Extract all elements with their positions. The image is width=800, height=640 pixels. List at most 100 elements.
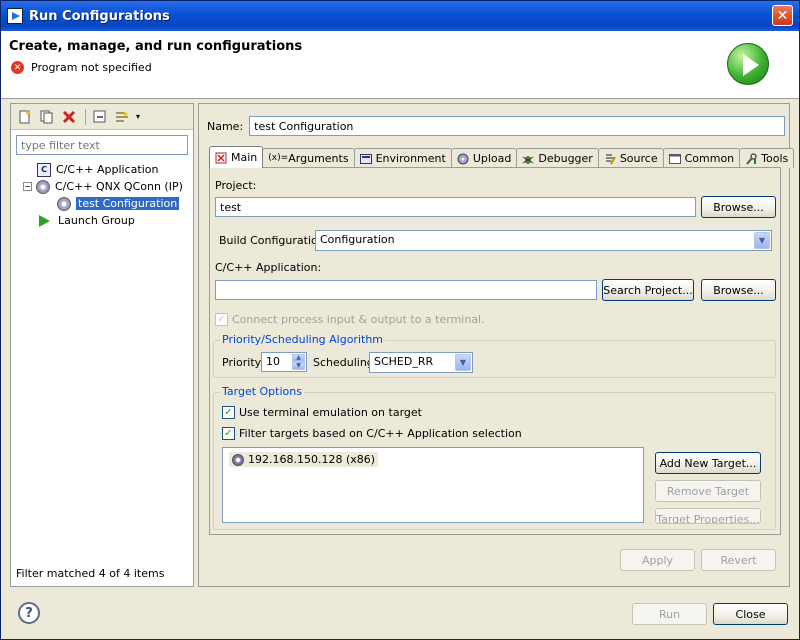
tab-main[interactable]: Main bbox=[209, 146, 264, 168]
tab-upload[interactable]: Upload bbox=[450, 148, 518, 168]
tab-common[interactable]: Common bbox=[662, 148, 741, 168]
project-browse-button[interactable]: Browse... bbox=[701, 196, 776, 218]
remove-target-button[interactable]: Remove Target bbox=[655, 480, 761, 502]
filter-input[interactable] bbox=[16, 135, 188, 155]
chevron-down-icon: ▼ bbox=[455, 354, 471, 371]
main-tab-icon bbox=[215, 152, 227, 164]
tab-environment[interactable]: Environment bbox=[353, 148, 452, 168]
tab-source[interactable]: Source bbox=[597, 148, 664, 168]
connect-terminal-row[interactable]: ✓ Connect process input & output to a te… bbox=[215, 313, 485, 326]
collapse-toggle[interactable]: − bbox=[23, 182, 32, 191]
tab-label: Upload bbox=[472, 152, 512, 165]
tab-label: Environment bbox=[375, 152, 446, 165]
tab-label: Main bbox=[231, 151, 258, 164]
filter-config-icon[interactable] bbox=[112, 107, 132, 127]
play-icon bbox=[39, 214, 50, 227]
tab-label: Common bbox=[684, 152, 735, 165]
chevron-down-icon: ▼ bbox=[754, 232, 770, 249]
arguments-icon: (x)= bbox=[268, 152, 289, 163]
header-message: ✕ Program not specified bbox=[11, 61, 152, 74]
collapse-all-icon[interactable] bbox=[90, 107, 110, 127]
priority-group-title: Priority/Scheduling Algorithm bbox=[220, 333, 386, 346]
priority-group: Priority/Scheduling Algorithm Priority 1… bbox=[213, 333, 776, 378]
tree-item-test-configuration[interactable]: test Configuration bbox=[11, 195, 193, 212]
filter-menu-chevron-down-icon[interactable]: ▾ bbox=[134, 107, 142, 127]
build-config-value: Configuration bbox=[320, 233, 395, 246]
tree-item-label: test Configuration bbox=[76, 197, 180, 210]
target-disk-icon bbox=[232, 453, 244, 466]
connect-terminal-label: Connect process input & output to a term… bbox=[232, 313, 485, 326]
target-options-group: Target Options ✓ Use terminal emulation … bbox=[213, 385, 776, 530]
connect-terminal-checkbox[interactable]: ✓ bbox=[215, 313, 228, 326]
tree-item-c-app[interactable]: C C/C++ Application bbox=[11, 161, 193, 178]
tab-arguments[interactable]: (x)= Arguments bbox=[262, 148, 355, 168]
project-label: Project: bbox=[215, 179, 257, 192]
project-input[interactable] bbox=[215, 197, 696, 217]
upload-icon bbox=[457, 153, 469, 165]
priority-spinner[interactable]: 10 ▲ ▼ bbox=[261, 352, 307, 372]
disk-icon bbox=[57, 196, 71, 211]
run-button[interactable]: Run bbox=[632, 603, 707, 625]
app-label: C/C++ Application: bbox=[215, 261, 322, 274]
title-bar[interactable]: Run Configurations ✕ bbox=[1, 1, 799, 31]
configurations-toolbar: ▾ bbox=[11, 104, 193, 130]
tools-icon bbox=[745, 152, 757, 165]
app-browse-button[interactable]: Browse... bbox=[701, 279, 776, 301]
apply-button[interactable]: Apply bbox=[620, 549, 695, 571]
use-terminal-row[interactable]: ✓ Use terminal emulation on target bbox=[222, 406, 422, 419]
scheduling-value: SCHED_RR bbox=[374, 355, 434, 368]
configurations-pane: ▾ C C/C++ Application − C/C++ QNX QConn … bbox=[10, 103, 194, 587]
dialog-header: Create, manage, and run configurations ✕… bbox=[1, 31, 799, 99]
scheduling-select[interactable]: SCHED_RR ▼ bbox=[369, 352, 473, 373]
use-terminal-label: Use terminal emulation on target bbox=[239, 406, 422, 419]
error-message: Program not specified bbox=[31, 61, 152, 74]
tab-tools[interactable]: Tools bbox=[739, 148, 795, 168]
run-banner-icon bbox=[727, 43, 769, 85]
duplicate-config-icon[interactable] bbox=[37, 107, 57, 127]
main-tab-body: Project: Browse... Build Configuration C… bbox=[209, 167, 781, 535]
close-button[interactable]: Close bbox=[713, 603, 788, 625]
tab-label: Debugger bbox=[538, 152, 593, 165]
tree-item-launch-group[interactable]: Launch Group bbox=[11, 212, 193, 229]
close-window-button[interactable]: ✕ bbox=[772, 5, 793, 26]
add-target-button[interactable]: Add New Target... bbox=[655, 452, 761, 474]
bug-icon bbox=[522, 153, 534, 165]
target-item[interactable]: 192.168.150.128 (x86) bbox=[229, 452, 379, 467]
tab-label: Source bbox=[619, 152, 658, 165]
use-terminal-checkbox[interactable]: ✓ bbox=[222, 406, 235, 419]
app-input[interactable] bbox=[215, 280, 597, 300]
name-input[interactable] bbox=[249, 116, 786, 136]
config-tabs: Main (x)= Arguments Environment Upload D… bbox=[209, 146, 795, 168]
new-config-icon[interactable] bbox=[15, 107, 35, 127]
priority-label: Priority bbox=[222, 356, 262, 369]
disk-icon bbox=[36, 179, 50, 194]
tree-item-qnx-qconn[interactable]: − C/C++ QNX QConn (IP) bbox=[11, 178, 193, 195]
filter-targets-row[interactable]: ✓ Filter targets based on C/C++ Applicat… bbox=[222, 427, 522, 440]
filter-targets-checkbox[interactable]: ✓ bbox=[222, 427, 235, 440]
common-icon bbox=[668, 153, 681, 165]
target-properties-button[interactable]: Target Properties... bbox=[655, 508, 761, 524]
tab-label: Arguments bbox=[288, 152, 349, 165]
target-list[interactable]: 192.168.150.128 (x86) bbox=[222, 447, 644, 523]
delete-config-icon[interactable] bbox=[59, 107, 79, 127]
tab-debugger[interactable]: Debugger bbox=[516, 148, 599, 168]
c-app-icon: C bbox=[37, 162, 51, 177]
filter-status: Filter matched 4 of 4 items bbox=[16, 567, 165, 580]
filter-targets-label: Filter targets based on C/C++ Applicatio… bbox=[239, 427, 522, 440]
scheduling-label: Scheduling bbox=[313, 356, 374, 369]
target-item-label: 192.168.150.128 (x86) bbox=[248, 453, 376, 466]
source-icon bbox=[604, 153, 616, 165]
toolbar-separator bbox=[85, 108, 86, 125]
window-title: Run Configurations bbox=[29, 8, 170, 24]
search-project-button[interactable]: Search Project... bbox=[602, 279, 694, 301]
revert-button[interactable]: Revert bbox=[701, 549, 776, 571]
name-row: Name: bbox=[207, 116, 786, 136]
help-icon[interactable]: ? bbox=[18, 602, 40, 624]
tab-label: Tools bbox=[761, 152, 789, 165]
configuration-editor: Name: Main (x)= Arguments Environment Up… bbox=[198, 103, 795, 587]
spinner-arrows[interactable]: ▲ ▼ bbox=[292, 354, 305, 370]
tree-item-label: C/C++ Application bbox=[56, 163, 159, 176]
target-options-title: Target Options bbox=[220, 385, 304, 398]
build-config-select[interactable]: Configuration ▼ bbox=[315, 230, 772, 251]
configurations-tree: C C/C++ Application − C/C++ QNX QConn (I… bbox=[11, 161, 193, 229]
